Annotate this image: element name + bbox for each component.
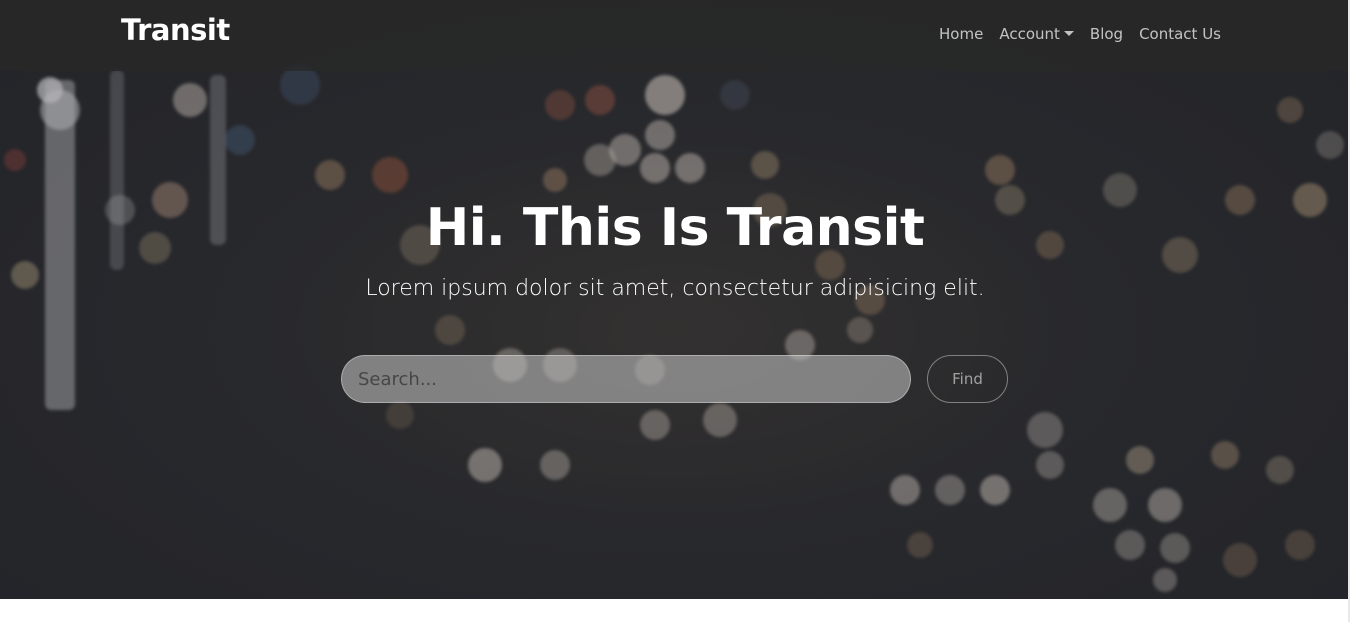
nav-item-account[interactable]: Account [999,25,1074,43]
brand-logo[interactable]: Transit [121,13,230,47]
nav-item-home[interactable]: Home [939,25,983,43]
nav-item-blog[interactable]: Blog [1090,25,1123,43]
hero-title: Hi. This Is Transit [425,198,925,258]
nav-item-label: Home [939,25,984,43]
nav-item-label: Account [999,25,1060,43]
hero-subtitle: Lorem ipsum dolor sit amet, consectetur … [365,276,985,301]
find-button[interactable]: Find [927,355,1008,403]
hero-section: Transit Home Account Blog Contact Us Hi.… [0,0,1350,599]
search-input[interactable] [341,355,911,403]
nav-item-label: Contact Us [1139,25,1221,43]
nav-menu: Home Account Blog Contact Us [939,25,1221,43]
nav-item-label: Blog [1089,25,1124,43]
navbar: Transit Home Account Blog Contact Us [0,0,1350,71]
caret-down-icon [1063,30,1074,36]
nav-item-contact[interactable]: Contact Us [1139,25,1221,43]
